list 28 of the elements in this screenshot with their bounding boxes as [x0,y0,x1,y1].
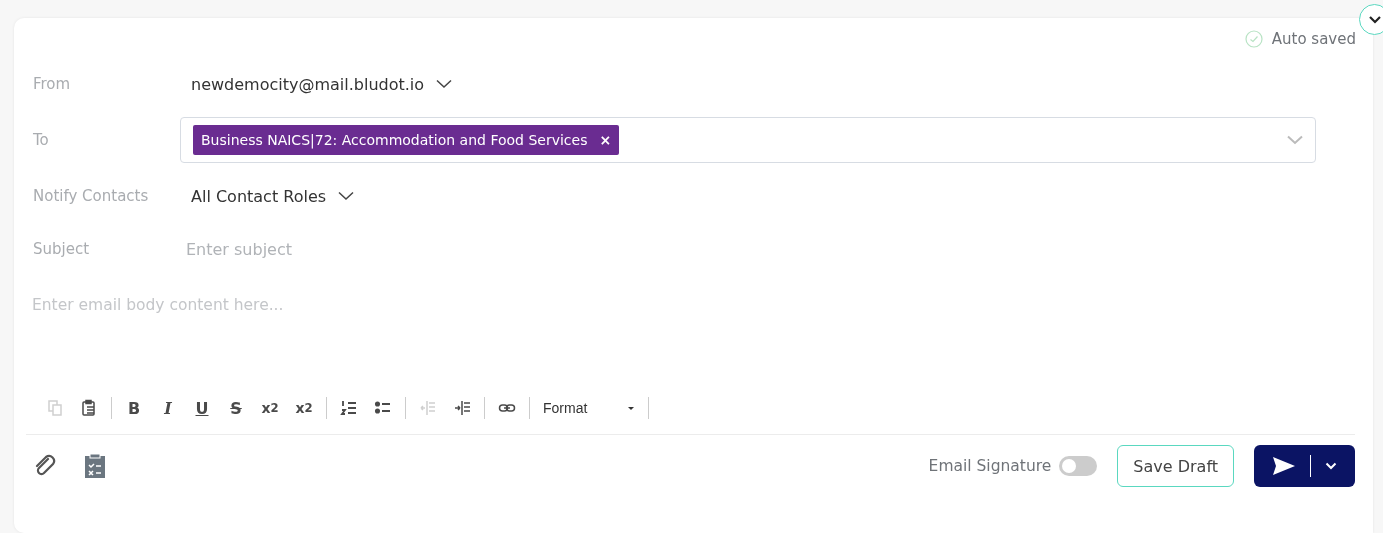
remove-tag-button[interactable]: × [599,132,612,148]
signature-label: Email Signature [928,457,1052,475]
auto-saved-status: Auto saved [1271,30,1356,48]
send-button[interactable] [1254,445,1355,487]
field-label: Notify Contacts [32,187,150,205]
field-label: From [32,75,72,93]
chevron-down-icon [1367,14,1382,25]
recipient-field[interactable]: Business NAICS|72: Accommodation and Food Services × [180,117,1316,163]
format-button[interactable]: U [187,395,217,421]
field-label: To [32,131,50,149]
format-button[interactable]: I [153,395,183,421]
chevron-down-icon [1325,462,1337,470]
clipboard-checklist-icon[interactable] [84,453,106,479]
chevron-down-icon [436,79,453,89]
format-button[interactable]: B [119,395,149,421]
send-icon [1272,456,1296,476]
check-circle-icon [1244,30,1263,48]
select-dropdown[interactable]: newdemocity@mail.bludot.io [191,74,453,94]
recipient-tag: Business NAICS|72: Accommodation and Food Services [201,132,588,148]
field-label: Subject [32,240,91,258]
select-dropdown[interactable]: All Contact Roles [191,186,355,206]
chevron-down-icon [338,191,355,201]
format-dropdown[interactable]: Format [537,400,641,416]
caret-icon [627,405,635,411]
format-button[interactable]: S [221,395,251,421]
signature-toggle[interactable] [1059,456,1098,476]
collapse-button[interactable] [1359,4,1383,35]
save-draft-button[interactable]: Save Draft [1117,445,1234,487]
